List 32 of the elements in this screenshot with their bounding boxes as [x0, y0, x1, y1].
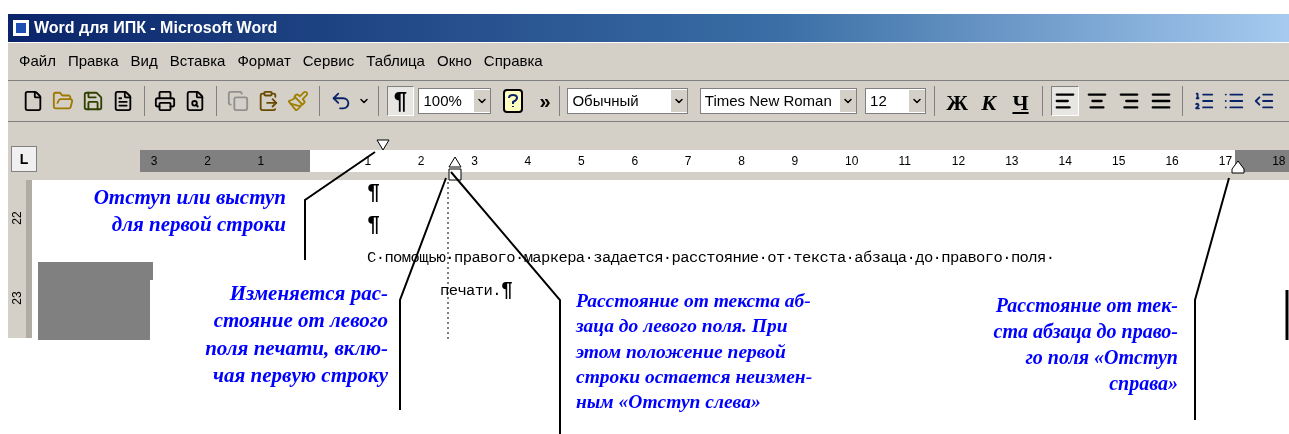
help-icon[interactable] — [502, 89, 524, 113]
toolbar-options-button[interactable]: » — [539, 91, 551, 111]
paragraph-text: печати.¶ — [440, 277, 513, 303]
menu-item[interactable]: Вид — [125, 50, 163, 73]
show-marks-button[interactable]: ¶ — [386, 86, 415, 116]
menu-item[interactable]: Таблица — [361, 50, 430, 73]
callout-text: Изменяется рас- стояние от левого поля печати, вклю- чая первую строку — [150, 280, 388, 390]
left-indent-marker-icon[interactable] — [448, 156, 462, 182]
font-field[interactable]: Times New Roman — [699, 88, 858, 114]
ruler-number: 22 — [9, 211, 25, 225]
align-button[interactable] — [1051, 86, 1080, 116]
style-field[interactable]: Обычный — [567, 88, 688, 114]
menu-item[interactable]: Правка — [62, 50, 124, 73]
format-button[interactable]: К — [974, 86, 1003, 116]
callout-text: Расстояние от тек- ста абзаца до право- го поля «Отступ справа» — [992, 293, 1178, 396]
tab-stop-button[interactable]: L — [11, 146, 37, 172]
right-indent-marker-icon[interactable] — [1231, 160, 1245, 174]
callout-text: Расстояние от текста аб- заца до левого поля. При этом положение первой строки остается неизмен- ным «Отступ слева» — [576, 289, 814, 415]
menu-item[interactable]: Сервис — [297, 50, 360, 73]
menu-item[interactable]: Файл — [14, 50, 61, 73]
menu-item[interactable]: Окно — [431, 50, 477, 73]
format-button[interactable]: Ж — [943, 86, 971, 116]
menu-item[interactable]: Справка — [478, 50, 548, 73]
menu-item[interactable]: Формат — [232, 50, 296, 73]
font-size-field[interactable]: 12 — [865, 88, 927, 114]
format-button[interactable]: Ч — [1006, 86, 1035, 116]
zoom-field[interactable]: 100% — [418, 88, 491, 114]
window-title: Word для ИПК - Microsoft Word — [34, 18, 278, 38]
menu-item[interactable]: Вставка — [164, 50, 231, 73]
ruler-number: 23 — [9, 291, 25, 305]
paragraph-mark: ¶ — [367, 212, 380, 240]
paragraph-mark: ¶ — [367, 180, 380, 208]
